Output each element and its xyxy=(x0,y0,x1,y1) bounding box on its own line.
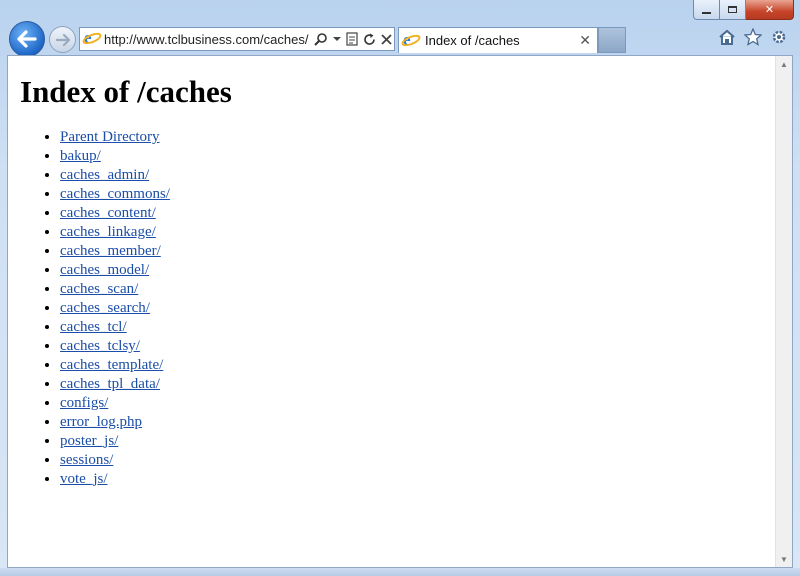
content-viewport: Index of /caches Parent Directory bakup/… xyxy=(7,55,793,568)
link-caches-scan[interactable]: caches_scan/ xyxy=(60,281,138,297)
home-icon[interactable] xyxy=(718,28,736,46)
search-icon[interactable] xyxy=(314,32,328,46)
link-caches-content[interactable]: caches_content/ xyxy=(60,205,156,221)
link-parent-directory[interactable]: Parent Directory xyxy=(60,129,160,145)
compat-view-icon[interactable] xyxy=(346,32,358,46)
maximize-button[interactable] xyxy=(720,0,746,20)
tab-ie-logo-icon: e xyxy=(400,30,422,49)
list-item: caches_search/ xyxy=(60,299,170,318)
directory-list: Parent Directory bakup/ caches_admin/ ca… xyxy=(20,128,170,489)
window-bottom-edge xyxy=(0,568,800,576)
list-item: poster_js/ xyxy=(60,432,170,451)
address-tools xyxy=(314,32,392,46)
list-item: caches_scan/ xyxy=(60,280,170,299)
list-item: caches_tcl/ xyxy=(60,318,170,337)
list-item: error_log.php xyxy=(60,413,170,432)
link-caches-template[interactable]: caches_template/ xyxy=(60,357,163,373)
link-sessions[interactable]: sessions/ xyxy=(60,452,113,468)
link-caches-member[interactable]: caches_member/ xyxy=(60,243,161,259)
ie-logo-icon: e xyxy=(81,28,103,47)
list-item: caches_admin/ xyxy=(60,166,170,185)
list-item: configs/ xyxy=(60,394,170,413)
new-tab-button[interactable] xyxy=(598,27,626,53)
dropdown-icon[interactable] xyxy=(333,36,341,42)
tab-title: Index of /caches xyxy=(425,33,520,48)
link-vote-js[interactable]: vote_js/ xyxy=(60,471,108,487)
tab-close-icon[interactable]: ✕ xyxy=(579,32,591,49)
close-window-button[interactable]: ✕ xyxy=(746,0,794,20)
link-poster-js[interactable]: poster_js/ xyxy=(60,433,118,449)
list-item: bakup/ xyxy=(60,147,170,166)
stop-icon[interactable] xyxy=(381,33,392,45)
toolbar-right xyxy=(718,28,788,46)
close-icon: ✕ xyxy=(764,4,775,16)
minimize-icon xyxy=(702,11,711,14)
list-item: Parent Directory xyxy=(60,128,170,147)
link-caches-tpl-data[interactable]: caches_tpl_data/ xyxy=(60,376,160,392)
link-error-log[interactable]: error_log.php xyxy=(60,414,142,430)
back-button[interactable] xyxy=(9,21,45,57)
tab-index-of-caches[interactable]: e Index of /caches ✕ xyxy=(398,27,598,53)
vertical-scrollbar[interactable]: ▲ ▼ xyxy=(775,56,792,567)
link-caches-admin[interactable]: caches_admin/ xyxy=(60,167,149,183)
forward-button[interactable] xyxy=(49,26,76,53)
list-item: vote_js/ xyxy=(60,470,170,489)
list-item: sessions/ xyxy=(60,451,170,470)
tools-gear-icon[interactable] xyxy=(770,28,788,46)
list-item: caches_member/ xyxy=(60,242,170,261)
scroll-down-arrow-icon[interactable]: ▼ xyxy=(776,551,792,567)
minimize-button[interactable] xyxy=(693,0,720,20)
directory-listing-page: Index of /caches Parent Directory bakup/… xyxy=(8,56,775,567)
scroll-up-arrow-icon[interactable]: ▲ xyxy=(776,56,792,72)
refresh-icon[interactable] xyxy=(363,33,376,46)
link-caches-tcl[interactable]: caches_tcl/ xyxy=(60,319,127,335)
list-item: caches_model/ xyxy=(60,261,170,280)
list-item: caches_content/ xyxy=(60,204,170,223)
link-configs[interactable]: configs/ xyxy=(60,395,108,411)
page-heading: Index of /caches xyxy=(20,74,232,109)
list-item: caches_tpl_data/ xyxy=(60,375,170,394)
link-caches-model[interactable]: caches_model/ xyxy=(60,262,149,278)
link-caches-search[interactable]: caches_search/ xyxy=(60,300,150,316)
link-caches-commons[interactable]: caches_commons/ xyxy=(60,186,170,202)
list-item: caches_commons/ xyxy=(60,185,170,204)
maximize-icon xyxy=(728,6,737,13)
address-bar[interactable]: e http://www.tclbusiness.com/caches/ xyxy=(79,27,395,51)
address-url[interactable]: http://www.tclbusiness.com/caches/ xyxy=(104,32,310,47)
forward-arrow-icon xyxy=(55,33,70,46)
browser-window: ✕ e http://www.tclbusiness.com/caches/ e… xyxy=(0,0,800,576)
link-caches-linkage[interactable]: caches_linkage/ xyxy=(60,224,156,240)
list-item: caches_template/ xyxy=(60,356,170,375)
list-item: caches_tclsy/ xyxy=(60,337,170,356)
favorites-star-icon[interactable] xyxy=(744,28,762,46)
link-bakup[interactable]: bakup/ xyxy=(60,148,101,164)
back-arrow-icon xyxy=(17,30,37,48)
window-caption-buttons: ✕ xyxy=(693,0,794,20)
list-item: caches_linkage/ xyxy=(60,223,170,242)
link-caches-tclsy[interactable]: caches_tclsy/ xyxy=(60,338,140,354)
